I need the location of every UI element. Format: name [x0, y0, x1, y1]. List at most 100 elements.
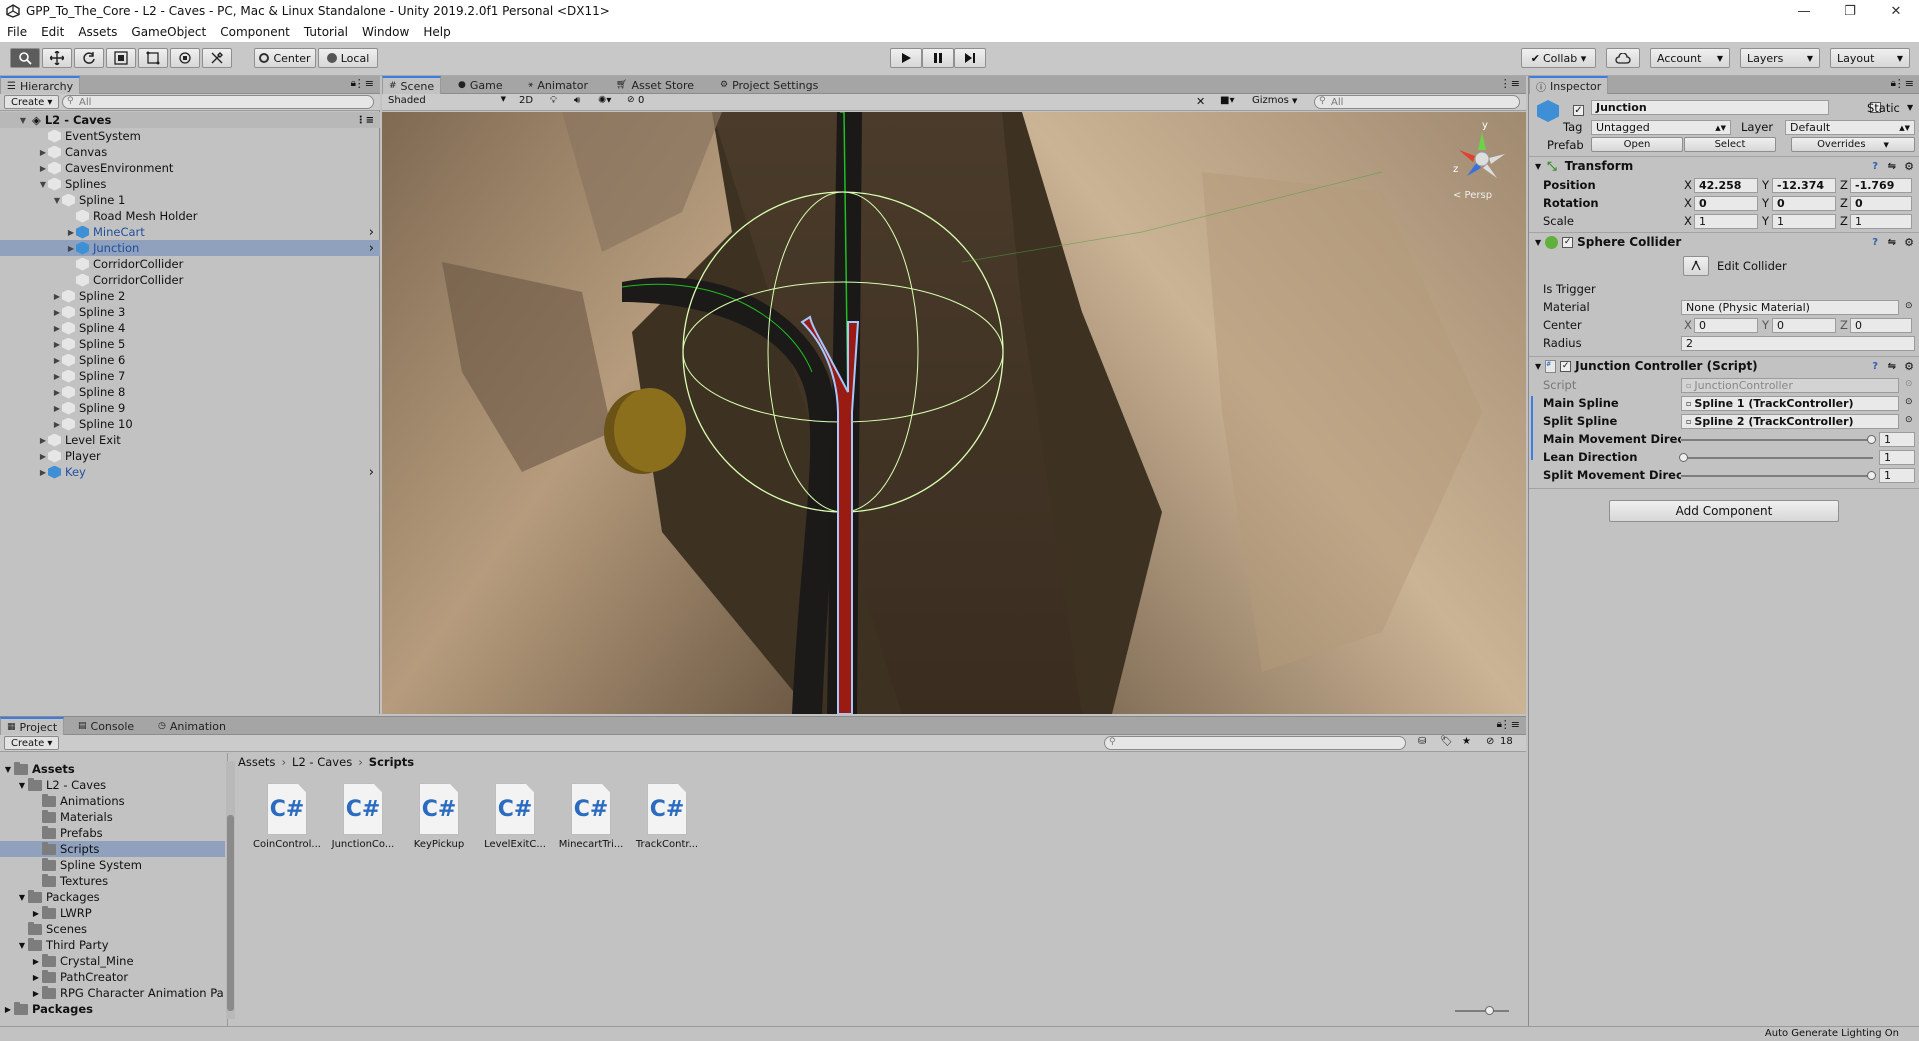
- tab-asset-store[interactable]: 🛒︎ Asset Store: [610, 76, 700, 94]
- tools-icon[interactable]: ✕: [1196, 95, 1205, 108]
- expand-arrow-icon[interactable]: ▶: [52, 324, 62, 333]
- project-folder-item[interactable]: Animations: [0, 793, 225, 809]
- expand-arrow-icon[interactable]: ▶: [52, 420, 62, 429]
- zoom-slider[interactable]: [1455, 1006, 1509, 1015]
- project-folder-item[interactable]: ▼ L2 - Caves: [0, 777, 225, 793]
- hierarchy-item[interactable]: ▶ Spline 6: [0, 352, 380, 368]
- hidden-objects-icon[interactable]: ⊘: [627, 95, 635, 105]
- hierarchy-item[interactable]: CorridorCollider: [0, 272, 380, 288]
- tab-console[interactable]: ▤ Console: [72, 717, 140, 735]
- pivot-local-button[interactable]: Local: [318, 48, 378, 68]
- scene-root-row[interactable]: ▼ ◈ L2 - Caves ⋮≡: [0, 112, 380, 128]
- tab-game[interactable]: ● Game: [452, 76, 509, 94]
- expand-arrow-icon[interactable]: ▶: [52, 340, 62, 349]
- breadcrumb-item[interactable]: L2 - Caves: [292, 755, 352, 769]
- expand-arrow-icon[interactable]: ▶: [66, 244, 76, 253]
- layers-dropdown[interactable]: Layers ▼: [1740, 48, 1820, 68]
- tree-scrollbar[interactable]: [226, 761, 235, 1019]
- gear-icon[interactable]: ⚙: [1904, 360, 1914, 373]
- hierarchy-item[interactable]: ▶ CavesEnvironment: [0, 160, 380, 176]
- menu-item-gameobject[interactable]: GameObject: [124, 25, 213, 39]
- rect-tool-button[interactable]: [138, 48, 168, 68]
- object-picker-icon[interactable]: ⊙: [1905, 415, 1913, 425]
- center-x-field[interactable]: 0: [1694, 318, 1758, 333]
- slider-thumb[interactable]: [1867, 471, 1876, 480]
- expand-arrow-icon[interactable]: ▼: [1535, 162, 1541, 171]
- expand-arrow-icon[interactable]: ▶: [38, 436, 48, 445]
- project-folder-item[interactable]: ▼ Third Party: [0, 937, 225, 953]
- menu-item-help[interactable]: Help: [416, 25, 457, 39]
- play-button[interactable]: [890, 48, 922, 68]
- expand-arrow-icon[interactable]: ▶: [52, 404, 62, 413]
- scale-y-field[interactable]: 1: [1772, 214, 1836, 229]
- active-checkbox[interactable]: ✓: [1573, 105, 1584, 116]
- custom-tool-button[interactable]: [202, 48, 232, 68]
- radius-field[interactable]: 2: [1681, 336, 1915, 351]
- object-picker-icon[interactable]: ⊙: [1905, 397, 1913, 407]
- breadcrumb-item[interactable]: Assets: [238, 755, 275, 769]
- hand-tool-button[interactable]: [10, 48, 40, 68]
- hierarchy-item[interactable]: ▶ Level Exit: [0, 432, 380, 448]
- expand-arrow-icon[interactable]: ▼: [1535, 362, 1541, 371]
- hierarchy-item[interactable]: ▶ Spline 4: [0, 320, 380, 336]
- collab-dropdown[interactable]: ✔ Collab ▾: [1521, 48, 1596, 68]
- tab-hierarchy[interactable]: ☰ Hierarchy: [0, 76, 81, 94]
- hierarchy-item[interactable]: ▶ Spline 2: [0, 288, 380, 304]
- hierarchy-item[interactable]: ▶ Player: [0, 448, 380, 464]
- hierarchy-item[interactable]: ▶ Junction ›: [0, 240, 380, 256]
- move-tool-button[interactable]: [42, 48, 72, 68]
- expand-arrow-icon[interactable]: ▼: [16, 893, 28, 902]
- help-icon[interactable]: ?: [1872, 161, 1878, 172]
- menu-item-file[interactable]: File: [0, 25, 34, 39]
- tab-project[interactable]: ▦ Project: [0, 717, 65, 735]
- pivot-center-button[interactable]: Center: [254, 48, 316, 68]
- expand-arrow-icon[interactable]: ▼: [16, 941, 28, 950]
- layout-dropdown[interactable]: Layout ▼: [1830, 48, 1910, 68]
- main-movement-value[interactable]: 1: [1879, 432, 1915, 447]
- hierarchy-item[interactable]: ▶ Spline 3: [0, 304, 380, 320]
- expand-arrow-icon[interactable]: ▼: [16, 781, 28, 790]
- perspective-label[interactable]: < Persp: [1453, 190, 1492, 201]
- asset-item[interactable]: C# TrackContr...: [628, 783, 706, 863]
- sphere-collider-enabled-checkbox[interactable]: ✓: [1562, 236, 1574, 248]
- project-folder-item[interactable]: Spline System: [0, 857, 225, 873]
- panel-menu-icon[interactable]: ⋮≡: [1500, 718, 1520, 731]
- transform-tool-button[interactable]: [170, 48, 200, 68]
- asset-item[interactable]: C# LevelExitC...: [476, 783, 554, 863]
- hierarchy-item[interactable]: ▶ Spline 9: [0, 400, 380, 416]
- hierarchy-search-input[interactable]: ⚲ All: [62, 95, 374, 109]
- close-button[interactable]: ✕: [1873, 0, 1919, 22]
- project-folder-item[interactable]: Scenes: [0, 921, 225, 937]
- scrollbar-thumb[interactable]: [227, 815, 234, 1011]
- project-search-input[interactable]: ⚲: [1104, 736, 1406, 750]
- split-movement-slider[interactable]: [1681, 471, 1876, 480]
- account-dropdown[interactable]: Account ▼: [1650, 48, 1730, 68]
- open-prefab-chevron-icon[interactable]: ›: [369, 241, 374, 256]
- panel-menu-icon[interactable]: ⋮≡: [354, 77, 374, 90]
- shading-mode-dropdown[interactable]: Shaded ▼: [388, 95, 506, 109]
- expand-arrow-icon[interactable]: ▼: [1535, 238, 1541, 247]
- rotation-x-field[interactable]: 0: [1694, 196, 1758, 211]
- lean-direction-slider[interactable]: [1679, 453, 1873, 462]
- project-folder-item[interactable]: ▶ Crystal_Mine: [0, 953, 225, 969]
- project-folder-item[interactable]: ▼ Packages: [0, 889, 225, 905]
- hierarchy-item[interactable]: ▼ Spline 1: [0, 192, 380, 208]
- lighting-toggle-icon[interactable]: 💡︎: [550, 95, 557, 106]
- hierarchy-item[interactable]: ▶ Spline 7: [0, 368, 380, 384]
- tab-inspector[interactable]: ⓘ Inspector: [1529, 76, 1609, 94]
- panel-menu-icon[interactable]: ⋮≡: [1500, 77, 1520, 90]
- hierarchy-item[interactable]: ▶ Canvas: [0, 144, 380, 160]
- expand-arrow-icon[interactable]: ▶: [30, 973, 42, 982]
- material-field[interactable]: None (Physic Material): [1681, 300, 1899, 315]
- open-prefab-chevron-icon[interactable]: ›: [369, 225, 374, 240]
- layer-dropdown[interactable]: Default ▲▼: [1785, 120, 1915, 135]
- expand-arrow-icon[interactable]: ▶: [52, 292, 62, 301]
- expand-arrow-icon[interactable]: ▼: [2, 765, 14, 774]
- project-folder-item[interactable]: Scripts: [0, 841, 225, 857]
- panel-menu-icon[interactable]: ⋮≡: [1894, 77, 1914, 90]
- scale-tool-button[interactable]: [106, 48, 136, 68]
- object-name-field[interactable]: Junction: [1591, 100, 1829, 115]
- prefab-overrides-dropdown[interactable]: Overrides ▼: [1791, 137, 1915, 152]
- project-folder-item[interactable]: Materials: [0, 809, 225, 825]
- asset-item[interactable]: C# JunctionCo...: [324, 783, 402, 863]
